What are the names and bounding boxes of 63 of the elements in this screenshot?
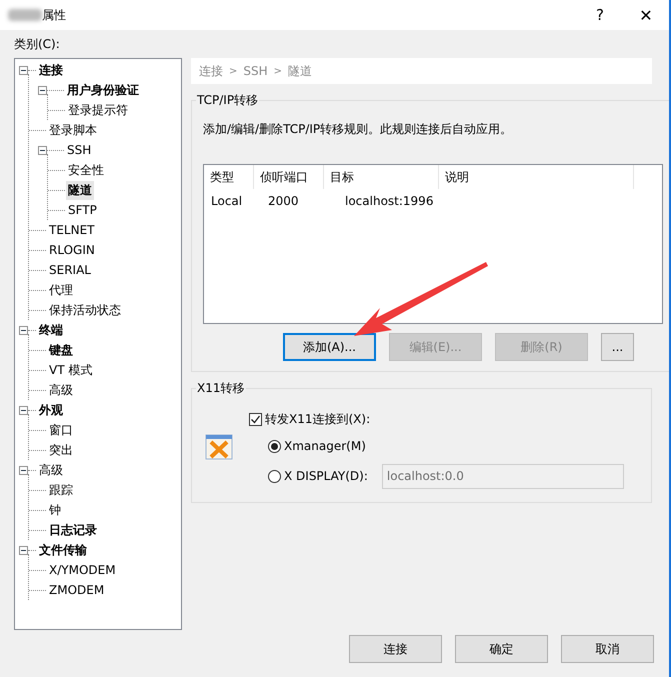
tree-item[interactable]: TELNET xyxy=(47,222,96,238)
tree-item[interactable]: SFTP xyxy=(66,202,99,218)
check-icon xyxy=(250,414,261,425)
tree-item[interactable]: 安全性 xyxy=(66,160,106,180)
tree-item[interactable]: 高级 xyxy=(47,380,75,400)
table-cell-text: 2000 xyxy=(267,194,300,208)
breadcrumb-item: > xyxy=(229,66,238,76)
tree-item[interactable]: X/YMODEM xyxy=(47,562,118,578)
tree-item[interactable]: 外观 xyxy=(37,400,65,420)
tree-item[interactable]: RLOGIN xyxy=(47,242,97,258)
description-text: 添加/编辑/删除TCP/IP转移规则。此规则连接后自动应用。 xyxy=(203,121,514,138)
forward-checkbox[interactable]: 转发X11连接到(X): xyxy=(249,411,624,428)
tree-item[interactable]: 隧道 xyxy=(66,180,94,200)
tree-item[interactable]: 用户身份验证 xyxy=(65,80,141,100)
breadcrumb-item: > xyxy=(274,66,282,76)
tree-item[interactable]: 保持活动状态 xyxy=(47,300,123,320)
blurred-text xyxy=(8,9,42,21)
table-cell-text: Local xyxy=(210,194,244,208)
breadcrumb-item: 连接 xyxy=(199,62,223,80)
action-button[interactable]: ... xyxy=(601,333,634,361)
tree-item[interactable]: 跟踪 xyxy=(47,480,75,500)
tree-item[interactable]: 文件传输 xyxy=(37,540,89,560)
collapse-icon[interactable] xyxy=(19,546,28,554)
collapse-icon[interactable] xyxy=(19,406,28,414)
tree-item[interactable]: 登录脚本 xyxy=(47,120,99,140)
radio-option[interactable]: X DISPLAY(D): xyxy=(268,469,368,483)
dialog-button[interactable]: 连接 xyxy=(349,635,442,663)
collapse-icon[interactable] xyxy=(38,86,47,94)
tree-item[interactable]: SERIAL xyxy=(47,262,93,278)
tree-item[interactable]: ZMODEM xyxy=(47,582,106,598)
action-button[interactable]: 添加(A)... xyxy=(283,333,376,361)
column-header[interactable]: 说明 xyxy=(439,165,634,189)
group-title: TCP/IP转移 xyxy=(196,92,260,109)
collapse-icon[interactable] xyxy=(19,326,28,334)
breadcrumb-item: SSH xyxy=(243,64,268,78)
group-title: X11转移 xyxy=(196,380,246,397)
column-header[interactable]: 侦听端口 xyxy=(254,165,324,189)
dialog-button[interactable]: 取消 xyxy=(561,635,654,663)
category-label: 类别(C): xyxy=(14,36,61,53)
tree-item[interactable]: SSH xyxy=(65,142,94,158)
tree-item[interactable]: 登录提示符 xyxy=(66,100,130,120)
radio-option[interactable]: Xmanager(M) xyxy=(268,439,366,453)
window-title: 属性 xyxy=(42,6,66,24)
help-button[interactable]: ? xyxy=(577,6,623,24)
tree-item[interactable]: 钟 xyxy=(47,500,63,520)
tree-item[interactable]: 窗口 xyxy=(47,420,75,440)
table-cell-text: localhost:1996 xyxy=(344,194,434,208)
tree-item[interactable]: 高级 xyxy=(37,460,65,480)
tree-item[interactable]: 连接 xyxy=(37,60,65,80)
collapse-icon[interactable] xyxy=(19,66,28,74)
tree-item[interactable]: 代理 xyxy=(47,280,75,300)
dialog-button[interactable]: 确定 xyxy=(455,635,548,663)
tree-item[interactable]: 终端 xyxy=(37,320,65,340)
column-header[interactable]: 类型 xyxy=(204,165,254,189)
collapse-icon[interactable] xyxy=(19,466,28,474)
column-header[interactable]: 目标 xyxy=(324,165,439,189)
tree-item[interactable]: 日志记录 xyxy=(47,520,99,540)
tree-item[interactable]: 突出 xyxy=(47,440,75,460)
breadcrumb-item: 隧道 xyxy=(288,62,312,80)
tree-item[interactable]: VT 模式 xyxy=(47,360,94,380)
tree-item[interactable]: 键盘 xyxy=(47,340,75,360)
close-button[interactable]: ✕ xyxy=(623,6,669,24)
collapse-icon[interactable] xyxy=(38,146,47,154)
